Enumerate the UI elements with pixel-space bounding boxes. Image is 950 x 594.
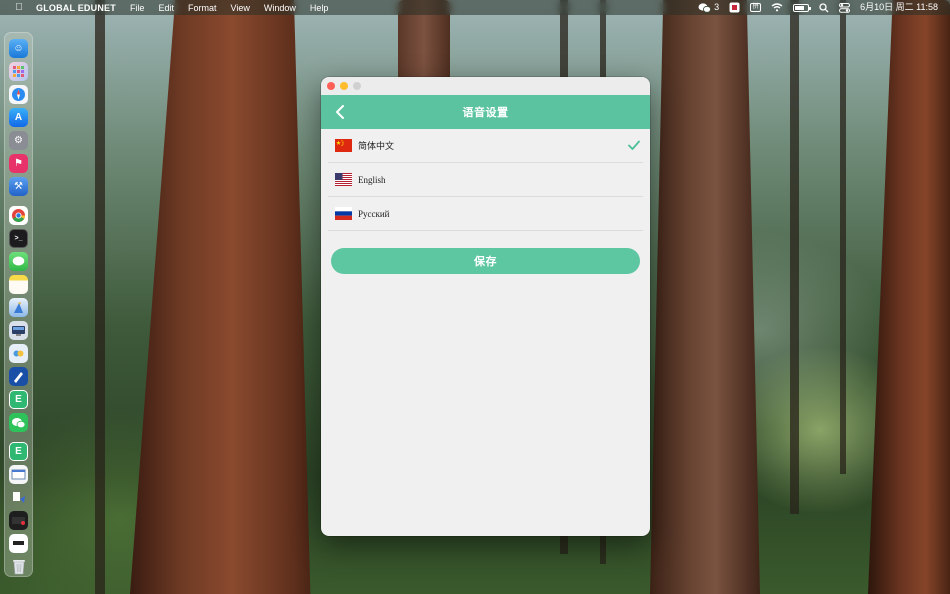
wechat-badge: 3 <box>714 2 720 12</box>
launchpad-icon[interactable] <box>9 62 28 81</box>
menu-window[interactable]: Window <box>264 3 296 13</box>
window-titlebar[interactable] <box>321 77 650 95</box>
language-option-chinese[interactable]: 简体中文 <box>328 129 643 163</box>
window-app-icon[interactable] <box>9 465 28 484</box>
edunet-app-icon[interactable]: E <box>9 390 28 409</box>
menu-view[interactable]: View <box>230 3 249 13</box>
white-app-icon[interactable] <box>9 534 28 553</box>
checkmark-icon <box>628 140 640 150</box>
close-window-button[interactable] <box>327 82 335 90</box>
menu-format[interactable]: Format <box>188 3 217 13</box>
control-center-icon[interactable] <box>839 2 851 13</box>
language-option-russian[interactable]: Русский <box>328 197 643 231</box>
monitor-app-icon[interactable] <box>9 321 28 340</box>
menu-edit[interactable]: Edit <box>158 3 174 13</box>
china-flag-icon <box>335 139 352 152</box>
header-bar: 语音设置 <box>321 95 650 129</box>
xcode-icon[interactable]: ⚒ <box>9 177 28 196</box>
tree-trunk <box>840 0 846 474</box>
file-app-icon[interactable] <box>9 488 28 507</box>
status-area: 3 拼 6月10日 周二 11:58 <box>698 0 938 15</box>
battery-icon[interactable] <box>793 3 812 12</box>
system-settings-icon[interactable]: ⚙ <box>9 131 28 150</box>
tree-trunk <box>650 0 760 594</box>
tree-trunk <box>95 0 105 594</box>
safari-icon[interactable] <box>9 85 28 104</box>
app-store-icon[interactable]: A <box>9 108 28 127</box>
tree-trunk <box>790 0 799 514</box>
menu-bar:  GLOBAL EDUNET File Edit Format View Wi… <box>0 0 950 15</box>
zoom-window-button[interactable] <box>353 82 361 90</box>
apple-icon[interactable]:  <box>13 2 25 13</box>
terminal-icon[interactable]: >_ <box>9 229 28 248</box>
menu-help[interactable]: Help <box>310 3 329 13</box>
tree-trunk <box>130 0 311 594</box>
edunet-app-icon-2[interactable]: E <box>9 442 28 461</box>
clock[interactable]: 6月10日 周二 11:58 <box>860 0 938 15</box>
flag-status-icon[interactable] <box>729 2 740 13</box>
preview-icon[interactable] <box>9 298 28 317</box>
dock: ☺ A ⚙ ⚑ ⚒ >_ E E <box>4 32 33 577</box>
tree-trunk <box>868 0 950 594</box>
wechat-icon <box>698 2 712 13</box>
search-icon[interactable] <box>819 2 829 13</box>
wifi-icon[interactable] <box>771 3 783 12</box>
chrome-icon[interactable] <box>9 206 28 225</box>
messages-icon[interactable] <box>9 252 28 271</box>
finder-icon[interactable]: ☺ <box>9 39 28 58</box>
app-name-menu[interactable]: GLOBAL EDUNET <box>36 3 116 13</box>
flag-app-icon[interactable]: ⚑ <box>9 154 28 173</box>
minimize-window-button[interactable] <box>340 82 348 90</box>
language-list: 简体中文 English Русский <box>321 129 650 231</box>
language-label: Русский <box>358 208 390 219</box>
menu-file[interactable]: File <box>130 3 145 13</box>
page-title: 语音设置 <box>462 107 509 119</box>
back-button[interactable] <box>329 101 351 123</box>
language-option-english[interactable]: English <box>328 163 643 197</box>
wechat-status[interactable]: 3 <box>698 0 719 15</box>
screen-app-icon[interactable] <box>9 511 28 530</box>
hands-app-icon[interactable] <box>9 344 28 363</box>
language-settings-window: 语音设置 简体中文 English Русский 保存 <box>321 77 650 536</box>
keyboard-status-icon[interactable]: 拼 <box>750 3 762 12</box>
save-button[interactable]: 保存 <box>331 248 640 274</box>
chevron-left-icon <box>336 105 344 119</box>
usa-flag-icon <box>335 173 352 186</box>
pen-app-icon[interactable] <box>9 367 28 386</box>
language-label: 简体中文 <box>358 141 395 151</box>
wechat-icon[interactable] <box>9 413 28 432</box>
trash-icon[interactable] <box>9 557 28 576</box>
language-label: English <box>358 174 386 185</box>
russia-flag-icon <box>335 207 352 220</box>
notes-icon[interactable] <box>9 275 28 294</box>
